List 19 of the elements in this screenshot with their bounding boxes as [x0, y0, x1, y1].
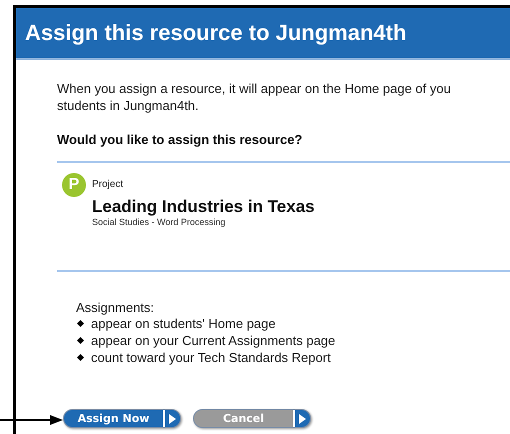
cancel-button[interactable]: Cancel [193, 409, 311, 428]
assign-button[interactable]: Assign Now [63, 409, 181, 428]
resource-subtitle: Social Studies - Word Processing [92, 217, 226, 227]
assignments-label: Assignments: [76, 300, 156, 315]
assignment-item: appear on your Current Assignments page [91, 333, 336, 348]
assignment-item: count toward your Tech Standards Report [91, 350, 331, 365]
intro-text: When you assign a resource, it will appear on the Home page of you [57, 80, 452, 97]
play-arrow-icon [169, 414, 176, 424]
bullet-icon [76, 336, 84, 344]
bullet-icon [76, 354, 84, 362]
project-badge-icon: P [62, 173, 86, 197]
assignment-item: appear on students' Home page [91, 316, 276, 331]
bullet-icon [76, 320, 84, 328]
intro-text: students in Jungman4th. [57, 97, 200, 114]
question-text: Would you like to assign this resource? [57, 132, 304, 147]
play-arrow-icon [299, 414, 306, 424]
resource-title: Leading Industries in Texas [92, 197, 315, 217]
dialog-title: Assign this resource to Jungman4th [25, 20, 406, 46]
resource-type: Project [92, 179, 124, 190]
